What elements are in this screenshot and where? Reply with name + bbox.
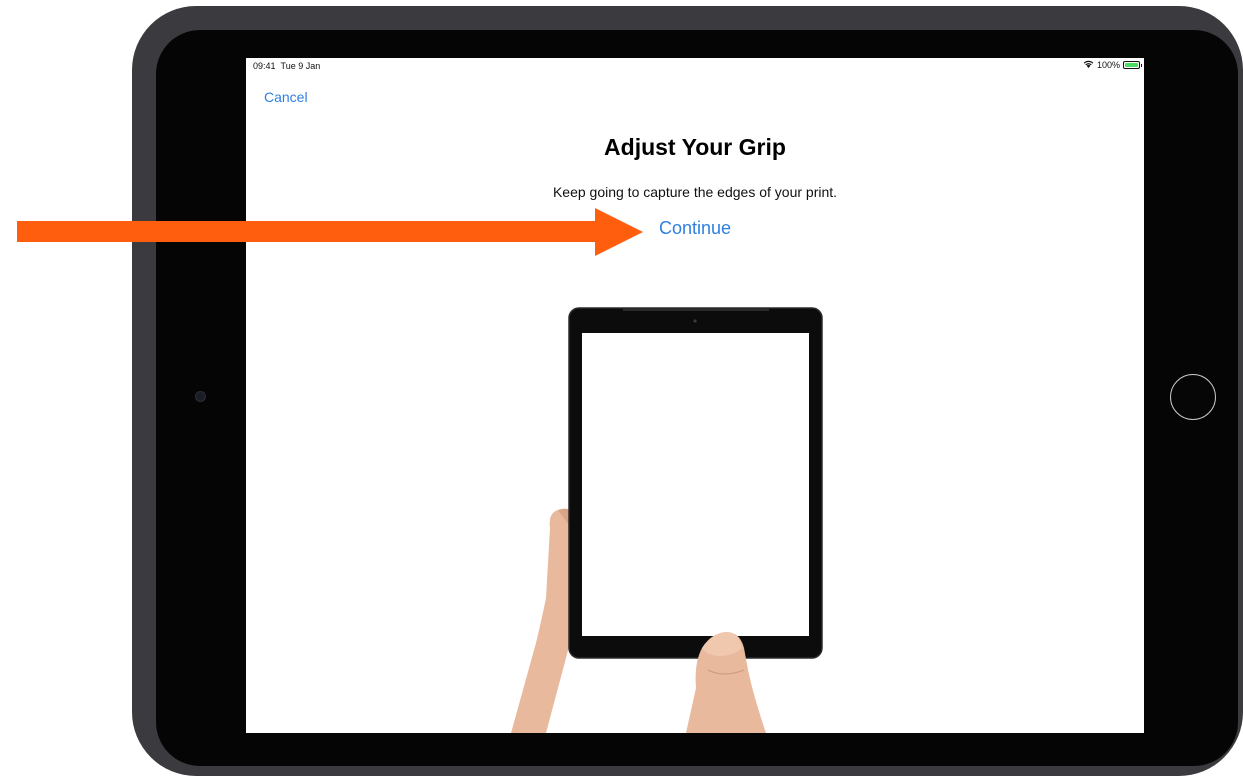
arrow-right-annotation-icon bbox=[595, 208, 643, 256]
ipad-screen: 09:41 Tue 9 Jan 100% Cancel Adjust Your … bbox=[246, 58, 1144, 733]
home-button[interactable] bbox=[1170, 374, 1216, 420]
tablet-illustration bbox=[568, 307, 823, 659]
hands-holding-ipad-illustration bbox=[511, 307, 823, 733]
front-camera bbox=[195, 391, 206, 402]
arrow-right-annotation-shaft bbox=[17, 221, 597, 242]
stage: 09:41 Tue 9 Jan 100% Cancel Adjust Your … bbox=[0, 0, 1243, 779]
